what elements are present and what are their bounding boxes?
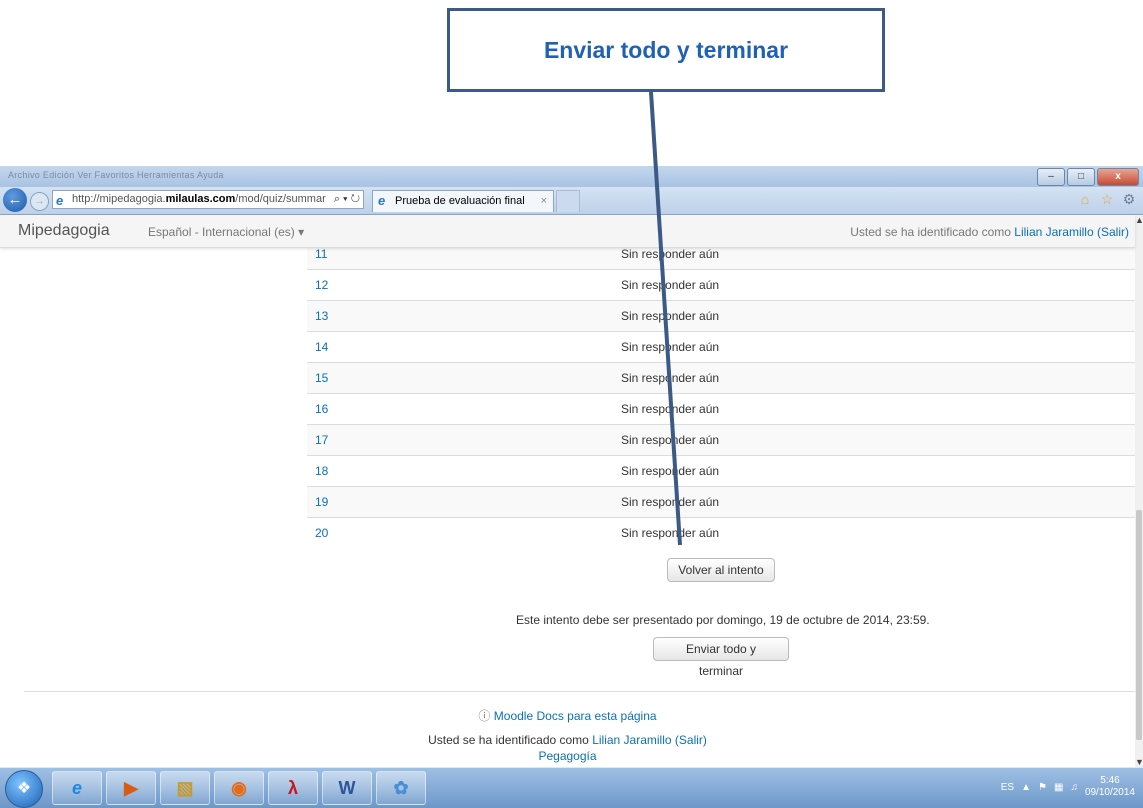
annotation-arrow [649,91,682,546]
annotation-callout-text: Enviar todo y terminar [543,36,789,63]
annotation-callout: Enviar todo y terminar [447,8,885,92]
